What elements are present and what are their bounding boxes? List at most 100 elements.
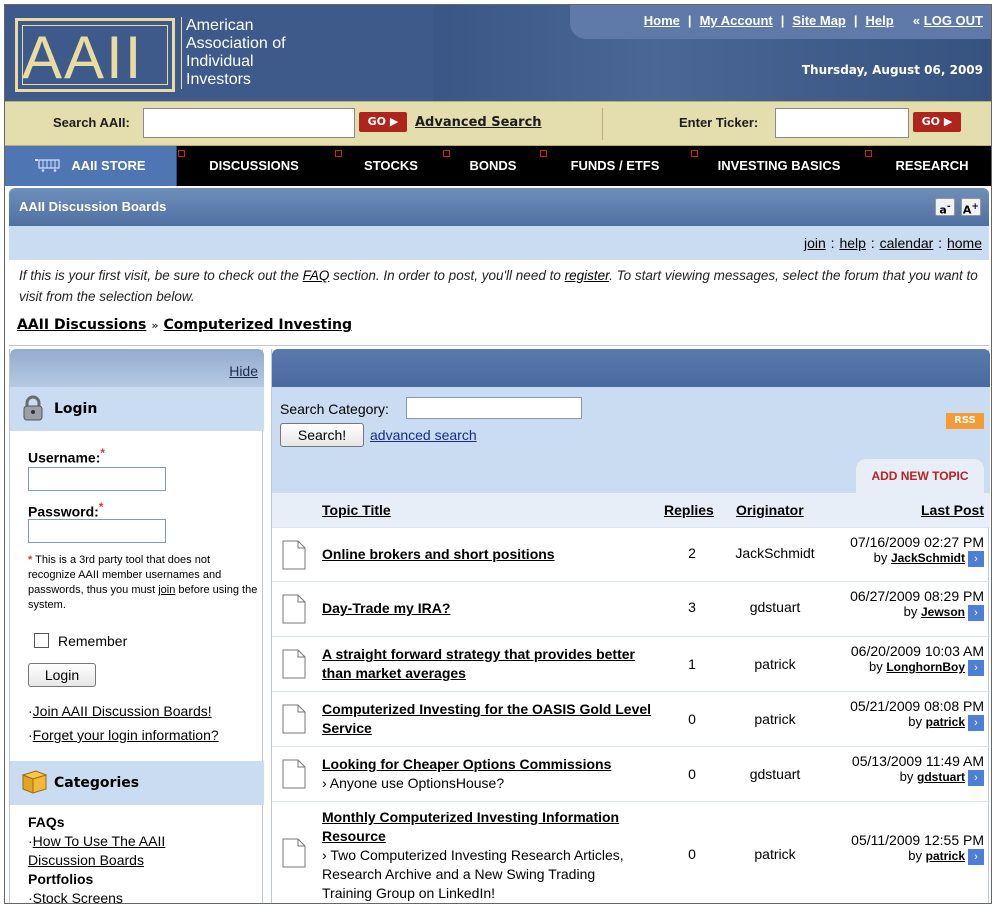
- logout-link[interactable]: LOG OUT: [924, 13, 983, 28]
- breadcrumb-aaii-discussions[interactable]: AAII Discussions: [17, 317, 146, 333]
- organization-name: American Association of Individual Inves…: [181, 17, 321, 89]
- topic-title-link[interactable]: A straight forward strategy that provide…: [322, 645, 652, 683]
- arrow-right-icon[interactable]: ›: [968, 848, 984, 865]
- nav-aaii-store[interactable]: AAII STORE: [5, 146, 177, 186]
- last-post-author-link[interactable]: patrick: [926, 849, 965, 863]
- search-go-button[interactable]: GO ▶: [359, 112, 407, 132]
- topic-title-link[interactable]: Computerized Investing for the OASIS Gol…: [322, 700, 652, 738]
- arrow-right-icon[interactable]: ›: [968, 659, 984, 676]
- login-title: Login: [54, 401, 98, 417]
- topic-last-post: 06/20/2009 10:03 AM by LonghornBoy ›: [824, 643, 984, 676]
- nav-investing-basics[interactable]: INVESTING BASICS: [697, 146, 861, 186]
- book-icon: [21, 770, 48, 794]
- note-join-link[interactable]: join: [158, 584, 175, 596]
- nav-funds-etfs[interactable]: FUNDS / ETFS: [549, 146, 681, 186]
- last-post-author-link[interactable]: JackSchmidt: [891, 551, 965, 565]
- column-replies[interactable]: Replies: [664, 502, 714, 518]
- register-link[interactable]: register: [565, 268, 610, 283]
- topic-row: Online brokers and short positions 2 Jac…: [272, 527, 990, 581]
- nav-discussions[interactable]: DISCUSSIONS: [189, 146, 319, 186]
- advanced-search-category-link[interactable]: advanced search: [370, 427, 477, 443]
- search-bar: Search AAII: GO ▶ Advanced Search Enter …: [5, 101, 991, 146]
- password-input[interactable]: [28, 519, 166, 543]
- topic-last-post: 07/16/2009 02:27 PM by JackSchmidt ›: [824, 534, 984, 567]
- nav-label: AAII STORE: [71, 158, 146, 173]
- remember-checkbox[interactable]: [34, 633, 49, 648]
- third-party-note: * This is a 3rd party tool that does not…: [28, 554, 258, 611]
- nav-research[interactable]: RESEARCH: [871, 146, 991, 186]
- topic-title-link[interactable]: Online brokers and short positions: [322, 545, 652, 564]
- last-post-date: 07/16/2009 02:27 PM: [850, 534, 984, 550]
- column-last-post[interactable]: Last Post: [921, 502, 984, 518]
- top-links: Home | My Account | Site Map | Help « LOG OUT: [643, 13, 983, 28]
- org-name-line: Association of: [186, 35, 286, 52]
- topic-originator: JackSchmidt: [735, 545, 815, 561]
- category-link-how-to[interactable]: ·How To Use The AAII Discussion Boards: [28, 832, 198, 870]
- font-larger-button[interactable]: A+: [961, 198, 981, 217]
- nav-bonds[interactable]: BONDS: [451, 146, 535, 186]
- help-board-link[interactable]: help: [839, 235, 865, 251]
- topic-last-post: 05/11/2009 12:55 PM by patrick ›: [824, 832, 984, 865]
- faq-link[interactable]: FAQ: [303, 268, 330, 283]
- breadcrumb: AAII Discussions » Computerized Investing: [17, 317, 352, 333]
- document-icon: [282, 759, 306, 789]
- topic-last-post: 05/13/2009 11:49 AM by gdstuart ›: [824, 753, 984, 786]
- site-header: AAII American Association of Individual …: [5, 5, 991, 101]
- nav-stocks[interactable]: STOCKS: [343, 146, 439, 186]
- column-topic-title[interactable]: Topic Title: [322, 502, 391, 518]
- column-originator[interactable]: Originator: [736, 502, 804, 518]
- topic-originator: patrick: [754, 846, 796, 862]
- rss-button[interactable]: RSS: [946, 413, 984, 429]
- help-link[interactable]: Help: [866, 13, 894, 28]
- aaii-logo[interactable]: AAII: [15, 18, 175, 92]
- board-links: join : help : calendar : home: [803, 235, 982, 251]
- go-label: GO: [367, 115, 387, 128]
- topic-title-link[interactable]: Monthly Computerized Investing Informati…: [322, 808, 652, 846]
- last-post-author-link[interactable]: LonghornBoy: [886, 660, 965, 674]
- topic-last-post: 06/27/2009 08:29 PM by Jewson ›: [824, 588, 984, 621]
- remember-label: Remember: [58, 633, 128, 649]
- home-board-link[interactable]: home: [947, 235, 982, 251]
- calendar-link[interactable]: calendar: [880, 235, 934, 251]
- join-link[interactable]: join: [804, 235, 826, 251]
- site-search-input[interactable]: [143, 108, 355, 138]
- search-category-input[interactable]: [406, 397, 582, 419]
- store-icon: [35, 158, 61, 172]
- topic-row: A straight forward strategy that provide…: [272, 636, 990, 691]
- login-button[interactable]: Login: [28, 663, 96, 687]
- topic-replies: 0: [688, 766, 696, 782]
- board-links-row: join : help : calendar : home: [9, 226, 989, 260]
- board-title: AAII Discussion Boards: [19, 199, 167, 214]
- search-category-button[interactable]: Search!: [280, 423, 364, 447]
- arrow-right-icon[interactable]: ›: [968, 714, 984, 731]
- home-link[interactable]: Home: [644, 13, 680, 28]
- arrow-right-icon[interactable]: ›: [968, 604, 984, 621]
- nav-marker: [335, 150, 342, 157]
- category-group-faqs: FAQs: [28, 814, 65, 830]
- category-link-stock-screens[interactable]: ·Stock Screens: [28, 889, 198, 903]
- sidebar-header: Hide: [10, 349, 264, 387]
- topic-subtitle: › Two Computerized Investing Research Ar…: [322, 847, 624, 901]
- nav-marker: [443, 150, 450, 157]
- topic-title-link[interactable]: Looking for Cheaper Options Commissions: [322, 755, 652, 774]
- last-post-author-link[interactable]: patrick: [926, 715, 965, 729]
- ticker-input[interactable]: [775, 108, 909, 138]
- last-post-author-link[interactable]: Jewson: [921, 605, 965, 619]
- advanced-search-link[interactable]: Advanced Search: [415, 115, 542, 130]
- breadcrumb-computerized-investing[interactable]: Computerized Investing: [163, 317, 352, 333]
- site-map-link[interactable]: Site Map: [792, 13, 845, 28]
- arrow-right-icon[interactable]: ›: [968, 550, 984, 567]
- ticker-go-button[interactable]: GO ▶: [913, 112, 961, 132]
- join-boards-link[interactable]: ·Join AAII Discussion Boards!: [28, 703, 212, 719]
- arrow-right-icon[interactable]: ›: [968, 769, 984, 786]
- topic-title-link[interactable]: Day-Trade my IRA?: [322, 599, 652, 618]
- last-post-author-link[interactable]: gdstuart: [917, 770, 965, 784]
- forgot-login-link[interactable]: ·Forget your login information?: [28, 727, 219, 743]
- add-new-topic-button[interactable]: ADD NEW TOPIC: [856, 459, 984, 493]
- my-account-link[interactable]: My Account: [700, 13, 773, 28]
- username-input[interactable]: [28, 467, 166, 491]
- font-smaller-button[interactable]: a-: [935, 198, 955, 217]
- sidebar: Hide Login Username:* Password:* * This …: [9, 349, 264, 903]
- board-title-bar: AAII Discussion Boards a- A+: [9, 188, 989, 226]
- hide-sidebar-link[interactable]: Hide: [229, 363, 258, 379]
